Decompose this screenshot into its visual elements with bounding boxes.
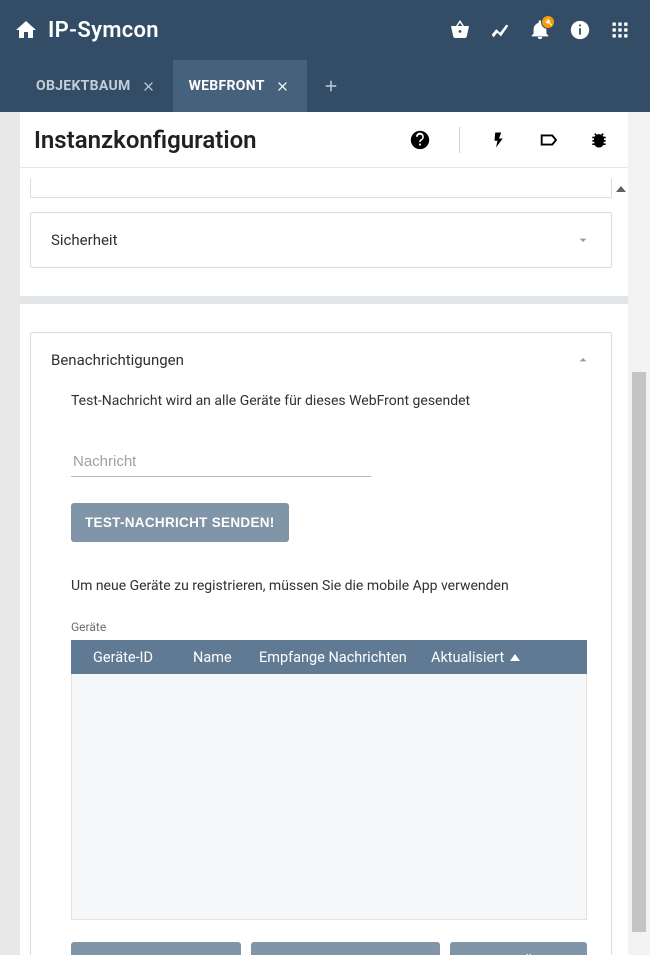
help-icon[interactable] — [409, 129, 431, 151]
close-icon[interactable] — [275, 78, 291, 94]
panel-header: Instanzkonfiguration — [20, 112, 630, 168]
app-title-group: IP-Symcon — [14, 18, 159, 43]
chevron-down-icon — [575, 232, 591, 248]
deactivate-receive-button[interactable]: EMPFANG DEAKTIVIEREN — [251, 942, 439, 955]
debug-icon[interactable] — [588, 129, 610, 151]
devices-label: Geräte — [71, 620, 587, 634]
page-scrollbar-thumb[interactable] — [632, 372, 646, 932]
col-updated[interactable]: Aktualisiert — [431, 649, 520, 666]
device-actions: EMPFANG AKTIVIEREN EMPFANG DEAKTIVIEREN … — [71, 942, 587, 955]
tab-bar: OBJEKTBAUM WEBFRONT — [0, 60, 650, 112]
col-device-id[interactable]: Geräte-ID — [93, 649, 193, 666]
apps-grid-icon[interactable] — [608, 18, 632, 42]
devices-table-body — [71, 674, 587, 920]
message-input[interactable] — [71, 447, 371, 477]
main-panel: Instanzkonfiguration Sicherheit — [20, 112, 630, 955]
col-name[interactable]: Name — [193, 649, 259, 666]
bell-icon[interactable] — [528, 18, 552, 42]
page-title: Instanzkonfiguration — [34, 126, 409, 154]
add-tab-button[interactable] — [307, 60, 355, 112]
col-receive[interactable]: Empfange Nachrichten — [259, 649, 431, 666]
bolt-icon[interactable] — [488, 129, 510, 151]
activate-receive-button[interactable]: EMPFANG AKTIVIEREN — [71, 942, 241, 955]
panel-actions — [409, 127, 610, 153]
tag-icon[interactable] — [538, 129, 560, 151]
chevron-up-icon — [575, 352, 591, 368]
collapsed-card-top — [30, 178, 612, 198]
notifications-header[interactable]: Benachrichtigungen — [31, 333, 611, 387]
tab-webfront[interactable]: WEBFRONT — [173, 60, 307, 112]
message-input-wrap — [71, 447, 587, 477]
info-icon[interactable] — [568, 18, 592, 42]
notifications-description: Test-Nachricht wird an alle Geräte für d… — [71, 393, 587, 409]
app-header: IP-Symcon — [0, 0, 650, 60]
notifications-card: Benachrichtigungen Test-Nachricht wird a… — [30, 332, 612, 955]
section-divider — [20, 296, 630, 304]
wrench-badge-icon — [541, 15, 555, 29]
send-test-button[interactable]: TEST-NACHRICHT SENDEN! — [71, 503, 289, 542]
header-toolbar — [448, 18, 632, 42]
security-card: Sicherheit — [30, 212, 612, 268]
security-header[interactable]: Sicherheit — [31, 213, 611, 267]
home-icon[interactable] — [14, 18, 38, 42]
scroll-up-indicator[interactable] — [616, 186, 626, 192]
notifications-title: Benachrichtigungen — [51, 351, 184, 369]
notifications-body: Test-Nachricht wird an alle Geräte für d… — [31, 387, 611, 955]
sort-asc-icon — [510, 654, 520, 661]
chart-icon[interactable] — [488, 18, 512, 42]
basket-icon[interactable] — [448, 18, 472, 42]
close-icon[interactable] — [141, 78, 157, 94]
scroll-area: Sicherheit Benachrichtigungen Test-Nachr… — [20, 168, 630, 955]
tab-label: OBJEKTBAUM — [36, 78, 131, 94]
delete-device-button[interactable]: GERÄT LÖSCHEN — [450, 942, 587, 955]
devices-table-header: Geräte-ID Name Empfange Nachrichten Aktu… — [71, 640, 587, 674]
page-scrollbar-track[interactable] — [628, 112, 650, 955]
tab-objektbaum[interactable]: OBJEKTBAUM — [20, 60, 173, 112]
col-updated-label: Aktualisiert — [431, 649, 504, 666]
security-title: Sicherheit — [51, 231, 117, 249]
app-name: IP-Symcon — [48, 18, 159, 43]
tab-label: WEBFRONT — [189, 78, 265, 94]
register-hint: Um neue Geräte zu registrieren, müssen S… — [71, 578, 587, 594]
separator — [459, 127, 460, 153]
